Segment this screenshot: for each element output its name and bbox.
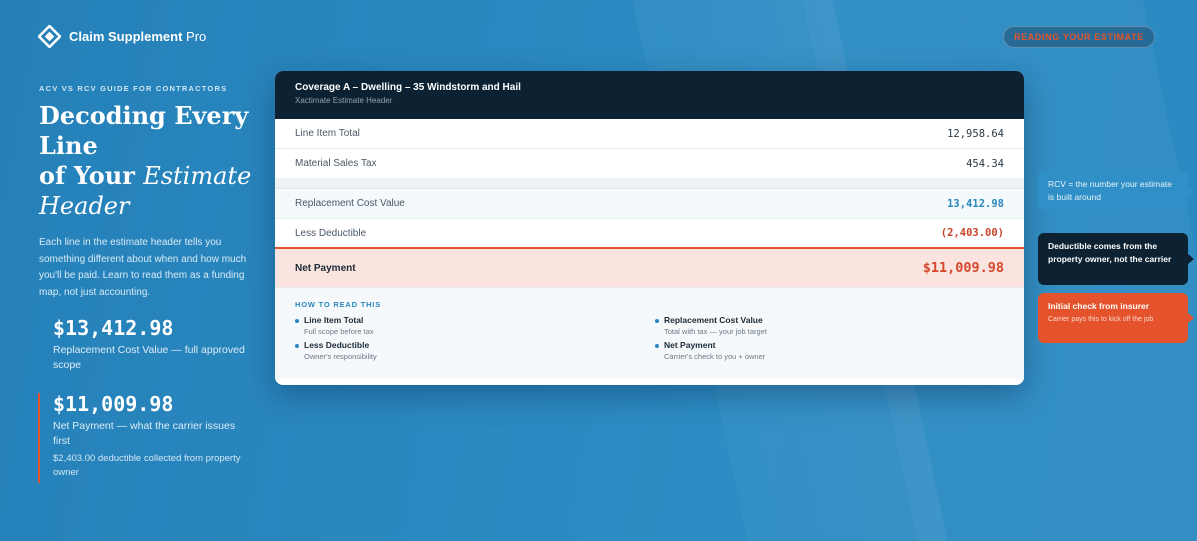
row-value: (2,403.00) [940,227,1004,239]
item-description: Total with tax — your job target [664,327,767,336]
item-description: Carrier's check to you + owner [664,352,766,361]
stat-label: Net Payment — what the carrier issues fi… [53,420,236,447]
callout-net-payment: Initial check from insurer Carrier pays … [1038,293,1194,343]
reading-estimate-button[interactable]: READING YOUR ESTIMATE [1003,26,1155,48]
stat-net-payment: $11,009.98 Net Payment — what the carrie… [53,392,253,480]
list-item: Replacement Cost Value Total with tax — y… [655,315,995,336]
callout-title: Initial check from insurer [1048,301,1150,311]
callout-deductible: Deductible comes from the property owner… [1038,233,1194,285]
row-divider [275,179,1024,189]
row-value: 12,958.64 [947,127,1004,140]
accent-bar [38,393,40,483]
list-item: Line Item Total Full scope before tax [295,315,655,336]
item-name: Net Payment [664,340,716,350]
item-description: Full scope before tax [304,327,374,336]
row-label: Replacement Cost Value [295,198,405,209]
brand[interactable]: Claim Supplement Pro [38,25,206,48]
card-header: Coverage A – Dwelling – 35 Windstorm and… [275,71,1024,119]
how-to-read-list: Line Item Total Full scope before tax Rep… [295,315,1004,361]
item-name: Line Item Total [304,315,364,325]
row-label: Less Deductible [295,227,367,239]
headline-line2: of Your [39,161,144,190]
row-value: 454.34 [966,157,1004,170]
list-item: Less Deductible Owner's responsibility [295,340,655,361]
bullet-icon [655,319,659,323]
net-payment-row: Net Payment $11,009.98 [275,249,1024,288]
brand-logo-icon [38,25,61,48]
bullet-icon [295,319,299,323]
intro-text: Each line in the estimate header tells y… [39,237,247,298]
bullet-icon [655,344,659,348]
less-deductible-row: Less Deductible (2,403.00) [275,219,1024,249]
line-item-total-row: Line Item Total 12,958.64 [275,119,1024,149]
callout-rcv: RCV = the number your estimate is built … [1038,171,1194,210]
list-item: Net Payment Carrier's check to you + owne… [655,340,995,361]
item-name: Less Deductible [304,340,370,350]
stat-label: Replacement Cost Value — full approved s… [53,344,245,371]
page-title: Decoding Every Line of Your Estimate Hea… [39,101,259,221]
item-description: Owner's responsibility [304,352,377,361]
eyebrow: ACV VS RCV GUIDE FOR CONTRACTORS [39,84,228,93]
row-label: Material Sales Tax [295,158,377,169]
stat-value: $13,412.98 [53,316,174,340]
row-label: Line Item Total [295,128,360,139]
card-subtitle: Xactimate Estimate Header [295,96,393,105]
row-label: Net Payment [295,262,356,274]
estimate-header-card: Coverage A – Dwelling – 35 Windstorm and… [275,71,1024,385]
stat-note: $2,403.00 deductible collected from prop… [53,453,241,478]
replacement-cost-value-row: Replacement Cost Value 13,412.98 [275,189,1024,219]
how-to-read-title: HOW TO READ THIS [295,300,381,309]
item-name: Replacement Cost Value [664,315,763,325]
bullet-icon [295,344,299,348]
stat-value: $11,009.98 [53,392,174,416]
brand-name: Claim Supplement Pro [69,29,207,44]
brand-suffix: Pro [182,29,207,44]
stat-rcv: $13,412.98 Replacement Cost Value — full… [53,316,253,373]
row-value: 13,412.98 [947,197,1004,210]
material-sales-tax-row: Material Sales Tax 454.34 [275,149,1024,179]
row-value: $11,009.98 [922,260,1004,276]
headline-line1: Decoding Every Line [39,101,249,160]
callout-subtext: Carrier pays this to kick off the job [1048,315,1154,323]
card-title: Coverage A – Dwelling – 35 Windstorm and… [295,82,521,93]
how-to-read-section: HOW TO READ THIS Line Item Total Full sco… [275,288,1024,379]
